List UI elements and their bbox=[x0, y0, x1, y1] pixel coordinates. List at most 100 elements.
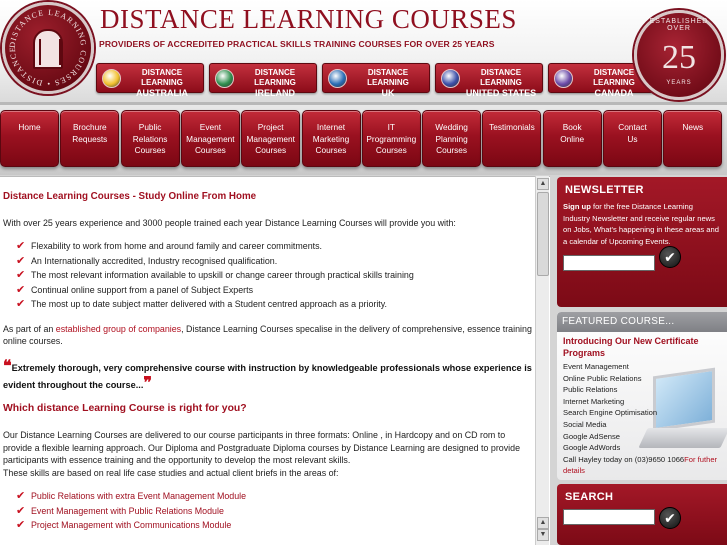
call-hayley-text: Call Hayley today on (03)9650 1066 bbox=[563, 454, 685, 464]
nav-item-label: Programming bbox=[366, 133, 417, 144]
course-link[interactable]: ✔ Public Relations with extra Event Manag… bbox=[3, 490, 533, 503]
established-group-link[interactable]: established group of companies bbox=[56, 324, 181, 334]
featured-course-item[interactable]: Online Public Relations bbox=[563, 373, 727, 385]
benefit-item: ✔ Continual online support from a panel o… bbox=[3, 284, 533, 297]
featured-course-item[interactable]: Public Relations bbox=[563, 384, 727, 396]
nav-item-project-management-courses[interactable]: Project Management Courses bbox=[241, 110, 301, 167]
country-button-ireland[interactable]: DISTANCE LEARNING IRELAND bbox=[209, 63, 317, 98]
newsletter-panel: NEWSLETTER Sign up for the free Distance… bbox=[557, 177, 727, 307]
testimonial-quote: ❝Extremely thorough, very comprehensive … bbox=[3, 357, 533, 393]
nav-item-label: Project bbox=[257, 122, 284, 132]
newsletter-text: Sign up for the free Distance Learning I… bbox=[563, 201, 721, 247]
featured-course-list: Event Management Online Public Relations P… bbox=[563, 361, 727, 454]
site-header: DISTANCE LEARNING COURSES • DISTANCE LEA… bbox=[0, 0, 727, 105]
benefit-item: ✔ An Internationally accredited, Industry… bbox=[3, 255, 533, 268]
red-tick-icon: ✔ bbox=[16, 283, 26, 296]
nav-item-label: Requests bbox=[72, 133, 108, 144]
nav-item-label: Wedding bbox=[435, 122, 468, 132]
scroll-up-arrow-icon[interactable]: ▲ bbox=[537, 178, 549, 190]
nav-item-label: Planning bbox=[435, 133, 468, 144]
badge-top-text: ESTABLISHED OVER bbox=[649, 18, 709, 32]
country-button-name: AUSTRALIA bbox=[136, 88, 188, 98]
intro-text: With over 25 years experience and 3000 p… bbox=[3, 217, 456, 228]
nav-item-public-relations-courses[interactable]: Public Relations Courses bbox=[120, 110, 180, 167]
benefit-item: ✔ Flexability to work from home and aroun… bbox=[3, 240, 533, 253]
skills-intro: These skills are based on real life case… bbox=[3, 467, 339, 478]
globe-flag-icon bbox=[441, 69, 460, 88]
red-tick-icon: ✔ bbox=[16, 254, 26, 267]
featured-course-item[interactable]: Google AdWords bbox=[563, 442, 727, 454]
page-heading: Distance Learning Courses - Study Online… bbox=[3, 191, 257, 202]
country-button-united-states[interactable]: DISTANCE LEARNING UNITED STATES bbox=[435, 63, 543, 98]
featured-course-item[interactable]: Social Media bbox=[563, 419, 727, 431]
close-quote-icon: ❞ bbox=[143, 374, 152, 392]
nav-item-brochure-requests[interactable]: Brochure Requests bbox=[60, 110, 120, 167]
country-button-australia[interactable]: DISTANCE LEARNING AUSTRALIA bbox=[96, 63, 204, 98]
badge-bottom-text: YEARS bbox=[666, 80, 692, 86]
content-scrollbar[interactable]: ▲ ▲ ▼ bbox=[535, 176, 549, 545]
newsletter-submit-button[interactable]: ✔ bbox=[659, 246, 681, 268]
globe-flag-icon bbox=[215, 69, 234, 88]
logo-seal[interactable]: DISTANCE LEARNING COURSES • DISTANCE LEA… bbox=[2, 2, 94, 94]
course-link[interactable]: ✔ Project Management with Communications … bbox=[3, 519, 533, 532]
course-link-text: Public Relations with extra Event Manage… bbox=[31, 491, 247, 501]
featured-course-item[interactable]: Internet Marketing bbox=[563, 396, 727, 408]
red-tick-icon: ✔ bbox=[16, 519, 26, 531]
nav-item-contact-us[interactable]: Contact Us bbox=[603, 110, 662, 167]
scroll-down-arrow-icon[interactable]: ▼ bbox=[537, 529, 549, 541]
nav-item-event-management-courses[interactable]: Event Management Courses bbox=[180, 110, 240, 167]
group-paragraph: As part of an established group of compa… bbox=[3, 323, 533, 348]
search-panel: SEARCH ✔ bbox=[557, 484, 727, 545]
building-door-icon bbox=[33, 29, 63, 69]
nav-item-label: News bbox=[682, 122, 704, 132]
nav-item-label: Us bbox=[627, 133, 638, 144]
globe-flag-icon bbox=[328, 69, 347, 88]
nav-item-label: Event bbox=[199, 122, 221, 132]
country-button-label: DISTANCE LEARNING bbox=[254, 68, 296, 87]
featured-course-item[interactable]: Search Engine Optimisation bbox=[563, 407, 727, 419]
scrollbar-thumb[interactable] bbox=[537, 192, 549, 276]
country-button-uk[interactable]: DISTANCE LEARNING UK bbox=[322, 63, 430, 98]
nav-item-testimonials[interactable]: Testimonials bbox=[482, 110, 542, 167]
scroll-up-arrow-icon-bottom[interactable]: ▲ bbox=[537, 517, 549, 529]
nav-item-label: Internet bbox=[316, 122, 346, 132]
nav-item-label: Relations bbox=[132, 133, 168, 144]
nav-item-label: Courses bbox=[315, 145, 347, 155]
globe-flag-icon bbox=[554, 69, 573, 88]
nav-item-home[interactable]: Home bbox=[0, 110, 59, 167]
newsletter-title: NEWSLETTER bbox=[565, 184, 644, 196]
red-tick-icon: ✔ bbox=[16, 269, 26, 281]
checkmark-icon: ✔ bbox=[664, 249, 676, 265]
featured-course-panel: FEATURED COURSE... Introducing Our New C… bbox=[557, 312, 727, 480]
newsletter-email-input[interactable] bbox=[563, 255, 655, 271]
nav-item-label: Marketing bbox=[312, 133, 350, 144]
featured-call-text: Call Hayley today on (03)9650 1066For fu… bbox=[563, 454, 727, 476]
country-button-label: DISTANCE LEARNING bbox=[367, 68, 409, 87]
open-quote-icon: ❝ bbox=[3, 357, 12, 375]
nav-item-it-programming-courses[interactable]: IT Programming Courses bbox=[361, 110, 421, 167]
course-link[interactable]: ✔ Event Management with Public Relations … bbox=[3, 505, 533, 518]
featured-course-item[interactable]: Google AdSense bbox=[563, 431, 727, 443]
search-submit-button[interactable]: ✔ bbox=[659, 507, 681, 529]
nav-item-label: Management bbox=[246, 133, 295, 144]
nav-item-wedding-planning-courses[interactable]: Wedding Planning Courses bbox=[422, 110, 482, 167]
nav-item-internet-marketing-courses[interactable]: Internet Marketing Courses bbox=[301, 110, 361, 167]
site-title: DISTANCE LEARNING COURSES bbox=[100, 4, 517, 34]
featured-subtitle[interactable]: Introducing Our New Certificate Programs bbox=[563, 335, 713, 359]
nav-item-label: Courses bbox=[194, 145, 226, 155]
nav-item-label: Brochure bbox=[72, 122, 107, 132]
nav-item-label: Home bbox=[18, 122, 41, 132]
red-tick-icon: ✔ bbox=[16, 240, 26, 252]
benefits-list: ✔ Flexability to work from home and aroun… bbox=[3, 240, 533, 311]
benefit-item: ✔ The most relevant information available… bbox=[3, 269, 533, 282]
search-input[interactable] bbox=[563, 509, 655, 525]
nav-item-label: Courses bbox=[255, 145, 287, 155]
featured-title: FEATURED COURSE... bbox=[557, 312, 727, 332]
site-tagline: PROVIDERS OF ACCREDITED PRACTICAL SKILLS… bbox=[99, 39, 495, 49]
featured-course-item[interactable]: Event Management bbox=[563, 361, 727, 373]
nav-item-news[interactable]: News bbox=[663, 110, 723, 167]
nav-item-book-online[interactable]: Book Online bbox=[542, 110, 602, 167]
group-text-pre: As part of an bbox=[3, 323, 56, 334]
globe-flag-icon bbox=[102, 69, 121, 88]
content-body: Distance Learning Courses - Study Online… bbox=[3, 191, 533, 544]
